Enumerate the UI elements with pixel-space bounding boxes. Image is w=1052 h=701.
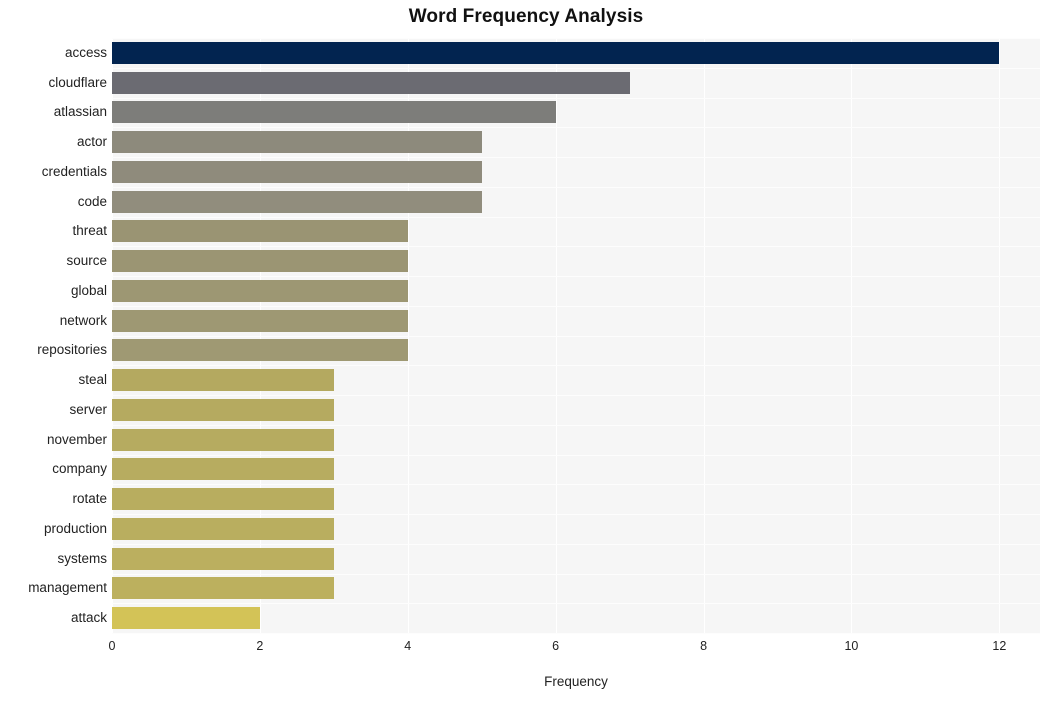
y-tick-label-server: server bbox=[69, 401, 107, 417]
bar-cloudflare[interactable] bbox=[112, 71, 630, 94]
x-axis-title: Frequency bbox=[544, 674, 608, 689]
bar-server[interactable] bbox=[112, 398, 334, 421]
bar-access[interactable] bbox=[112, 41, 1000, 64]
chart-figure: Word Frequency Analysis access cloudflare… bbox=[0, 0, 1052, 701]
bar-threat[interactable] bbox=[112, 220, 408, 243]
bars-layer bbox=[112, 38, 1040, 633]
y-tick-label-network: network bbox=[59, 312, 107, 328]
y-tick-label-management: management bbox=[28, 580, 107, 596]
chart-title: Word Frequency Analysis bbox=[408, 6, 644, 27]
x-tick-label-6: 6 bbox=[552, 639, 560, 653]
y-tick-label-rotate: rotate bbox=[72, 491, 107, 507]
y-tick-label-credentials: credentials bbox=[41, 163, 107, 179]
bar-global[interactable] bbox=[112, 279, 408, 302]
y-tick-label-source: source bbox=[66, 253, 107, 269]
bar-attack[interactable] bbox=[112, 607, 260, 630]
x-tick-label-8: 8 bbox=[700, 639, 708, 653]
bar-actor[interactable] bbox=[112, 131, 482, 154]
y-tick-label-november: november bbox=[46, 431, 107, 447]
x-axis-tick-labels: 0 2 4 6 8 10 12 bbox=[0, 639, 1052, 665]
y-tick-label-atlassian: atlassian bbox=[53, 104, 107, 120]
y-tick-label-company: company bbox=[52, 461, 107, 477]
x-tick-label-10: 10 bbox=[844, 639, 859, 653]
bar-systems[interactable] bbox=[112, 547, 334, 570]
bar-steal[interactable] bbox=[112, 369, 334, 392]
bar-atlassian[interactable] bbox=[112, 101, 556, 124]
x-tick-label-0: 0 bbox=[108, 639, 116, 653]
x-tick-label-2: 2 bbox=[256, 639, 264, 653]
y-tick-label-access: access bbox=[64, 44, 107, 60]
bar-company[interactable] bbox=[112, 458, 334, 481]
y-tick-label-threat: threat bbox=[72, 223, 107, 239]
bar-code[interactable] bbox=[112, 190, 482, 213]
bar-repositories[interactable] bbox=[112, 339, 408, 362]
y-tick-label-repositories: repositories bbox=[37, 342, 107, 358]
x-tick-label-12: 12 bbox=[992, 639, 1007, 653]
y-axis-tick-labels: access cloudflare atlassian actor credential… bbox=[0, 38, 107, 633]
bar-network[interactable] bbox=[112, 309, 408, 332]
gridline-y bbox=[112, 633, 1040, 634]
bar-production[interactable] bbox=[112, 517, 334, 540]
bar-november[interactable] bbox=[112, 428, 334, 451]
y-tick-label-global: global bbox=[70, 282, 107, 298]
y-tick-label-actor: actor bbox=[76, 134, 107, 150]
y-tick-label-steal: steal bbox=[78, 372, 107, 388]
y-tick-label-production: production bbox=[43, 520, 107, 536]
x-tick-label-4: 4 bbox=[404, 639, 412, 653]
y-tick-label-attack: attack bbox=[70, 610, 107, 626]
y-tick-label-systems: systems bbox=[57, 550, 107, 566]
bar-management[interactable] bbox=[112, 577, 334, 600]
bar-rotate[interactable] bbox=[112, 488, 334, 511]
bar-source[interactable] bbox=[112, 250, 408, 273]
y-tick-label-code: code bbox=[77, 193, 107, 209]
plot-area bbox=[112, 38, 1040, 634]
bar-credentials[interactable] bbox=[112, 160, 482, 183]
y-tick-label-cloudflare: cloudflare bbox=[48, 74, 107, 90]
